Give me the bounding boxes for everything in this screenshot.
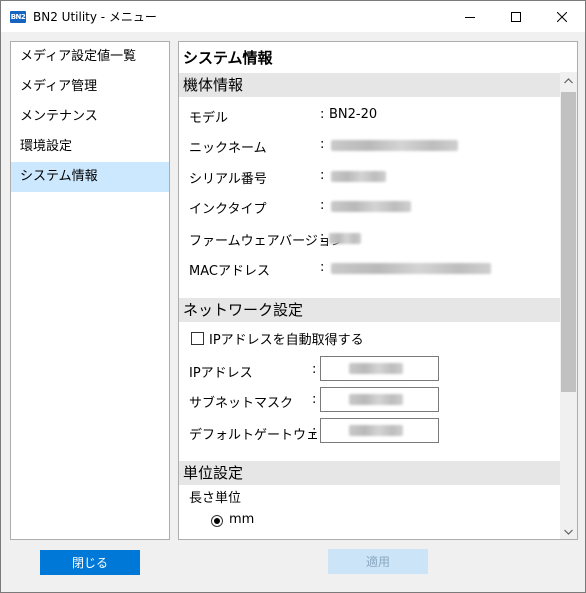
length-unit-label: 長さ単位	[189, 491, 242, 506]
vertical-scrollbar[interactable]	[560, 72, 577, 539]
ip-address-value-redacted	[349, 363, 403, 374]
firmware-version-value-redacted	[329, 233, 361, 244]
sidebar-item-environment-settings[interactable]: 環境設定	[11, 132, 169, 162]
serial-number-value-redacted	[331, 171, 386, 182]
network-settings-header: ネットワーク設定	[179, 298, 560, 322]
nickname-colon: :	[320, 137, 325, 152]
unit-settings-header: 単位設定	[179, 461, 560, 485]
sidebar-item-system-info[interactable]: システム情報	[11, 162, 169, 192]
firmware-version-colon: :	[320, 230, 325, 245]
close-window-button[interactable]	[539, 1, 585, 32]
system-info-panel: システム情報 機体情報 モデル : BN2-20 ニックネーム : シリアル番号…	[178, 41, 578, 540]
apply-button[interactable]: 適用	[328, 549, 428, 574]
sidebar-item-media-settings-list[interactable]: メディア設定値一覧	[11, 42, 169, 72]
window-title: BN2 Utility - メニュー	[33, 10, 157, 24]
scroll-up-button[interactable]	[560, 72, 577, 89]
ip-address-field[interactable]	[320, 356, 439, 381]
nickname-value-redacted	[331, 140, 458, 151]
default-gateway-label: デフォルトゲートウェイ	[189, 428, 333, 443]
chevron-up-icon	[564, 77, 573, 83]
ink-type-value-redacted	[331, 201, 411, 212]
default-gateway-value-redacted	[349, 425, 403, 436]
subnet-mask-value-redacted	[349, 394, 403, 405]
nickname-label: ニックネーム	[189, 141, 267, 156]
model-value: BN2-20	[329, 107, 378, 122]
sidebar-menu: メディア設定値一覧 メディア管理 メンテナンス 環境設定 システム情報	[10, 41, 170, 540]
minimize-icon	[465, 16, 475, 18]
close-icon	[557, 11, 567, 22]
sidebar-item-maintenance[interactable]: メンテナンス	[11, 102, 169, 132]
default-gateway-colon: :	[312, 424, 317, 439]
maximize-icon	[511, 11, 521, 22]
device-info-header: 機体情報	[179, 73, 560, 97]
mac-address-colon: :	[320, 260, 325, 275]
close-button[interactable]: 閉じる	[40, 550, 140, 575]
model-colon: :	[320, 107, 325, 122]
scroll-area[interactable]: 機体情報 モデル : BN2-20 ニックネーム : シリアル番号 : インクタ…	[179, 72, 560, 539]
ink-type-label: インクタイプ	[189, 202, 267, 217]
subnet-mask-field[interactable]	[320, 387, 439, 412]
page-title: システム情報	[183, 49, 273, 67]
scroll-down-button[interactable]	[560, 523, 577, 539]
subnet-mask-label: サブネットマスク	[189, 396, 294, 411]
ip-address-colon: :	[312, 362, 317, 377]
app-icon: BN2	[10, 10, 26, 23]
ink-type-colon: :	[320, 198, 325, 213]
title-bar[interactable]: BN2 BN2 Utility - メニュー	[1, 1, 585, 32]
serial-number-colon: :	[320, 168, 325, 183]
unit-mm-label[interactable]: mm	[229, 512, 254, 527]
maximize-button[interactable]	[493, 1, 539, 32]
model-label: モデル	[189, 111, 229, 126]
subnet-mask-colon: :	[312, 392, 317, 407]
auto-ip-checkbox[interactable]	[191, 332, 204, 345]
unit-mm-radio[interactable]	[211, 515, 223, 527]
mac-address-value-redacted	[331, 263, 491, 274]
main-window: BN2 BN2 Utility - メニュー メディア設定値一覧 メディア管理 …	[0, 0, 586, 593]
auto-ip-label[interactable]: IPアドレスを自動取得する	[209, 329, 364, 348]
sidebar-item-media-management[interactable]: メディア管理	[11, 72, 169, 102]
chevron-down-icon	[564, 529, 573, 535]
ip-address-label: IPアドレス	[189, 366, 253, 381]
serial-number-label: シリアル番号	[189, 172, 267, 187]
default-gateway-field[interactable]	[320, 418, 439, 443]
scroll-thumb[interactable]	[561, 92, 576, 392]
minimize-button[interactable]	[447, 1, 493, 32]
mac-address-label: MACアドレス	[189, 264, 270, 279]
